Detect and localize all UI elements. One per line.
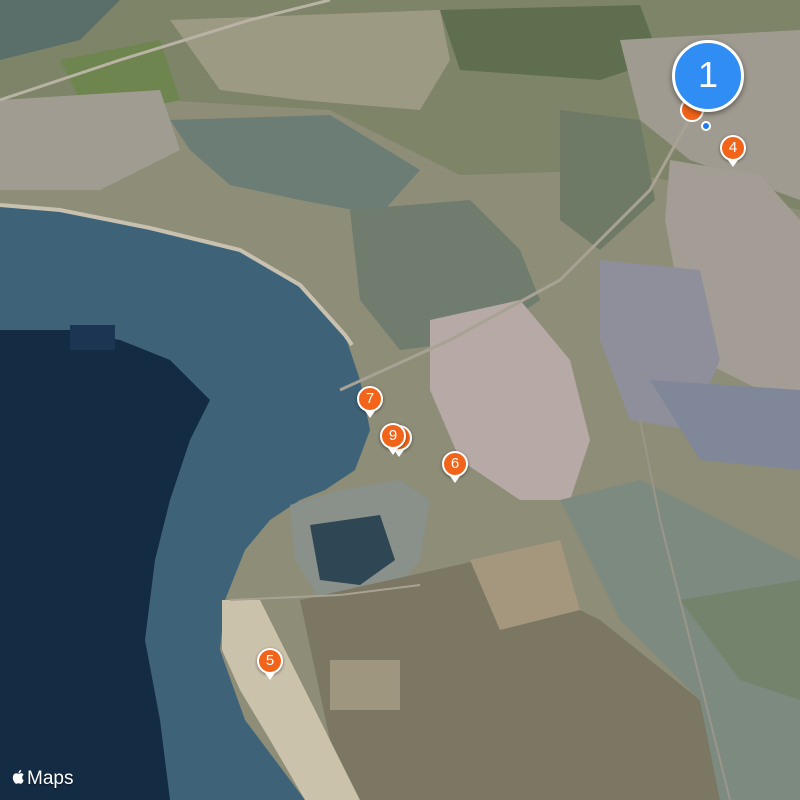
map-pin-7-label: 7	[365, 390, 375, 407]
apple-logo-icon	[12, 769, 24, 784]
map-pin-5-label: 5	[265, 652, 275, 669]
map-pin-7[interactable]: 7	[357, 386, 383, 418]
satellite-imagery	[0, 0, 800, 800]
cluster-pin[interactable]: 1	[672, 40, 744, 112]
maps-attribution[interactable]: Maps	[12, 768, 73, 790]
cluster-pin-label: 1	[697, 54, 719, 95]
map-view[interactable]: 4 5 6 7 8 9 1 Maps	[0, 0, 800, 800]
map-pin-9-label: 9	[388, 427, 398, 444]
map-pin-6[interactable]: 6	[442, 451, 468, 483]
attribution-text: Maps	[27, 768, 74, 789]
map-pin-9[interactable]: 9	[380, 423, 406, 455]
map-pin-4[interactable]: 4	[720, 135, 746, 167]
map-pin-5[interactable]: 5	[257, 648, 283, 680]
current-location-dot	[701, 121, 711, 131]
map-pin-6-label: 6	[450, 455, 460, 472]
map-pin-4-label: 4	[728, 139, 738, 156]
